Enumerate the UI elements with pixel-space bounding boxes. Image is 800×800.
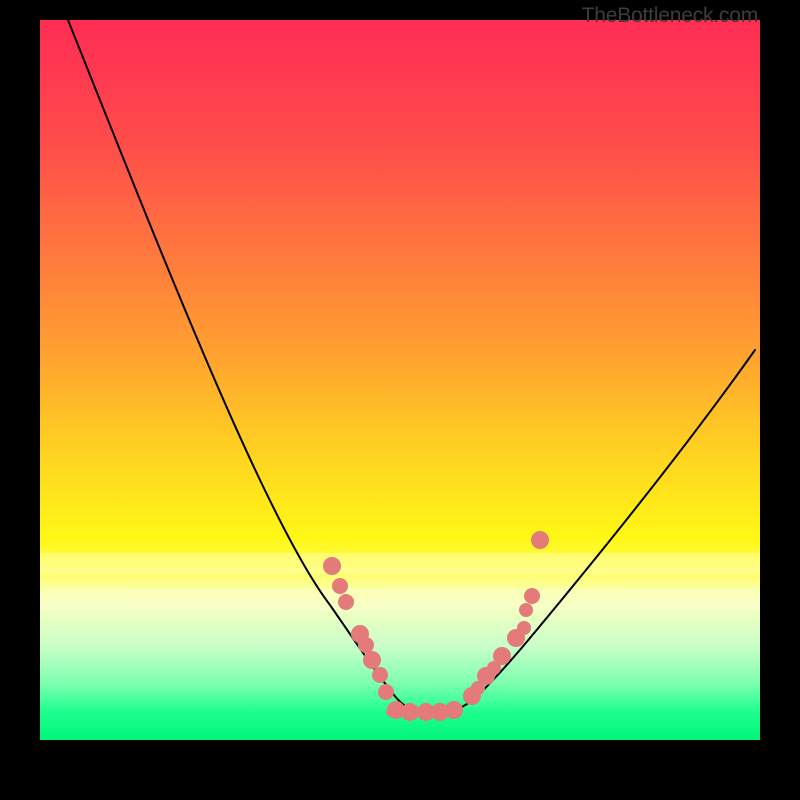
- data-point: [338, 594, 354, 610]
- data-point: [517, 621, 531, 635]
- plot-area: [40, 20, 760, 740]
- data-point: [401, 703, 419, 721]
- data-point: [372, 667, 388, 683]
- data-point: [531, 531, 549, 549]
- data-point: [323, 557, 341, 575]
- data-point: [332, 578, 348, 594]
- data-points: [323, 531, 549, 721]
- curve-right: [440, 350, 755, 713]
- data-point: [378, 684, 394, 700]
- watermark-text: TheBottleneck.com: [582, 4, 758, 28]
- data-point: [524, 588, 540, 604]
- data-point: [493, 647, 511, 665]
- chart-svg: [40, 20, 760, 740]
- data-point: [445, 701, 463, 719]
- data-point: [519, 603, 533, 617]
- chart-canvas: TheBottleneck.com: [0, 0, 800, 800]
- data-point: [363, 651, 381, 669]
- data-point: [358, 637, 374, 653]
